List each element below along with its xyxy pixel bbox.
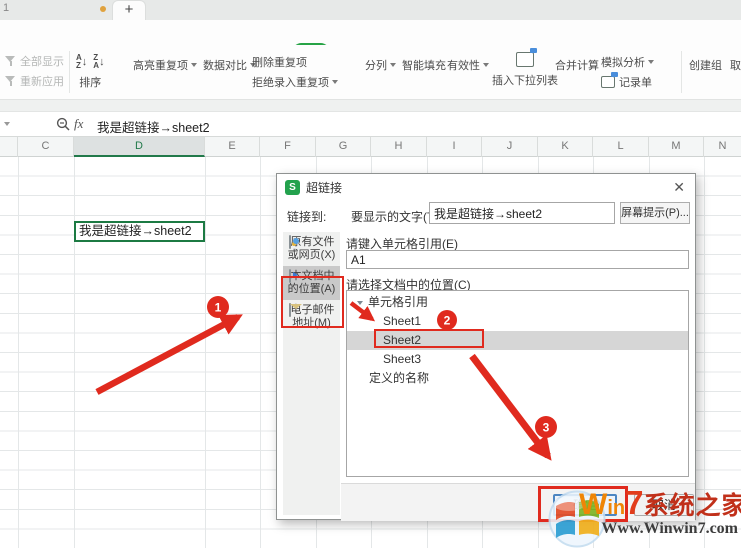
column-header-partial[interactable] (0, 137, 18, 157)
formula-bar: fx 我是超链接→sheet2 (0, 112, 741, 137)
column-header[interactable]: N (704, 137, 741, 157)
column-header[interactable]: J (482, 137, 538, 157)
create-group-button[interactable]: 创建组 (689, 52, 722, 73)
place-in-document-icon (289, 269, 291, 283)
show-all-button[interactable]: 全部显示 (5, 53, 64, 69)
document-tab-label: 1 (3, 2, 9, 14)
record-form-button[interactable]: 记录单 (601, 74, 652, 90)
column-header[interactable]: I (427, 137, 482, 157)
column-header[interactable]: H (371, 137, 427, 157)
fx-icon[interactable]: fx (74, 116, 83, 132)
sidebar-item-place-in-document[interactable]: 本文档中 的位置(A) (283, 266, 340, 300)
document-tab-bar: 1 + (0, 0, 741, 20)
ungroup-button[interactable]: 取 (730, 52, 741, 73)
tree-node-defined-names[interactable]: 定义的名称 (347, 369, 688, 388)
display-text-input[interactable] (429, 202, 615, 224)
filter-icon (5, 56, 16, 66)
tree-item-sheet3[interactable]: Sheet3 (347, 350, 688, 369)
email-icon (289, 303, 291, 317)
column-header[interactable]: K (538, 137, 593, 157)
ribbon-gap (0, 100, 741, 112)
sidebar-item-email-address[interactable]: 电子邮件 地址(M) (283, 300, 340, 334)
unsaved-dot-icon (100, 6, 106, 12)
what-if-analysis-button[interactable]: 模拟分析 (601, 54, 654, 70)
document-position-listbox: 单元格引用 Sheet1 Sheet2 Sheet3 定义的名称 (346, 290, 689, 477)
reapply-filter-button[interactable]: 重新应用 (5, 73, 64, 89)
tree-item-sheet2-selected[interactable]: Sheet2 (347, 331, 688, 350)
tree-item-sheet1[interactable]: Sheet1 (347, 312, 688, 331)
dialog-main: 请键入单元格引用(E) 请选择文档中的位置(C) 单元格引用 Sheet1 Sh… (346, 232, 690, 483)
wps-spreadsheet-window: 1 + 开始 插入 页面布局 公式 数据 审阅 视图 安全 开发工具 特色功能 … (0, 0, 741, 548)
wps-sheet-logo-icon: S (285, 180, 300, 195)
close-icon[interactable]: ✕ (673, 179, 685, 196)
hyperlink-dialog: S 超链接 ✕ 链接到: 要显示的文字(T): 屏幕提示(P)... 原有文件 … (276, 173, 696, 520)
data-compare-button[interactable]: 数据对比 (203, 52, 256, 73)
data-ribbon: 全部显示 重新应用 AZ↓ ZA↓ 排序 高亮重复项 数据对比 删除重复项 拒绝… (0, 45, 741, 100)
column-header[interactable]: F (260, 137, 316, 157)
selected-cell-d-hyperlink[interactable]: 我是超链接→sheet2 (74, 221, 205, 242)
column-header[interactable]: E (205, 137, 260, 157)
consolidate-button[interactable]: 合并计算 (555, 52, 599, 73)
link-to-label: 链接到: (287, 208, 326, 225)
column-header[interactable]: C (18, 137, 74, 157)
new-document-tab-button[interactable]: + (112, 0, 146, 20)
formula-input[interactable]: 我是超链接→sheet2 (97, 117, 210, 136)
filter-reapply-icon (5, 76, 16, 86)
column-header[interactable]: G (316, 137, 371, 157)
dialog-title-bar[interactable]: S 超链接 ✕ (277, 174, 695, 200)
column-headers: C D E F G H I J K L M N (0, 137, 741, 157)
cell-reference-input[interactable] (346, 250, 689, 269)
smart-fill-button[interactable]: 智能填充 (402, 52, 446, 73)
remove-duplicates-button[interactable]: 删除重复项 (252, 54, 307, 70)
ok-button[interactable]: 确定 (553, 494, 617, 516)
column-header[interactable]: M (649, 137, 704, 157)
menu-bar: 开始 插入 页面布局 公式 数据 审阅 视图 安全 开发工具 特色功能 查找 (0, 20, 741, 45)
screen-tip-button[interactable]: 屏幕提示(P)... (620, 202, 690, 224)
ribbon-separator (681, 51, 682, 93)
highlight-duplicates-button[interactable]: 高亮重复项 (133, 52, 197, 73)
column-header[interactable]: L (593, 137, 649, 157)
insert-dropdown-list-icon (516, 52, 534, 67)
reject-duplicate-input-button[interactable]: 拒绝录入重复项 (252, 74, 338, 90)
column-header-selected[interactable]: D (74, 137, 205, 157)
ribbon-separator (69, 51, 70, 93)
existing-file-icon (289, 235, 291, 249)
record-form-icon (601, 76, 615, 88)
sort-button[interactable]: AZ↓ ZA↓ 排序 (76, 54, 105, 90)
zoom-formula-icon[interactable] (56, 117, 70, 131)
dialog-title: 超链接 (306, 179, 342, 196)
tree-node-cell-reference[interactable]: 单元格引用 (347, 293, 688, 312)
text-to-columns-button[interactable]: 分列 (365, 52, 396, 73)
plus-icon: + (125, 1, 134, 18)
dialog-sidebar: 原有文件 或网页(X) 本文档中 的位置(A) 电子邮件 地址(M) (283, 232, 340, 515)
name-box-dropdown-icon[interactable] (4, 122, 10, 126)
tree-expand-icon[interactable] (357, 301, 363, 305)
insert-dropdown-list-button[interactable]: 插入下拉列表 (492, 52, 558, 88)
cancel-button[interactable]: 取消 (634, 494, 694, 516)
data-validation-button[interactable]: 有效性 (447, 52, 489, 73)
sidebar-item-existing-file[interactable]: 原有文件 或网页(X) (283, 232, 340, 266)
sort-az-icon: AZ↓ ZA↓ (76, 54, 105, 70)
